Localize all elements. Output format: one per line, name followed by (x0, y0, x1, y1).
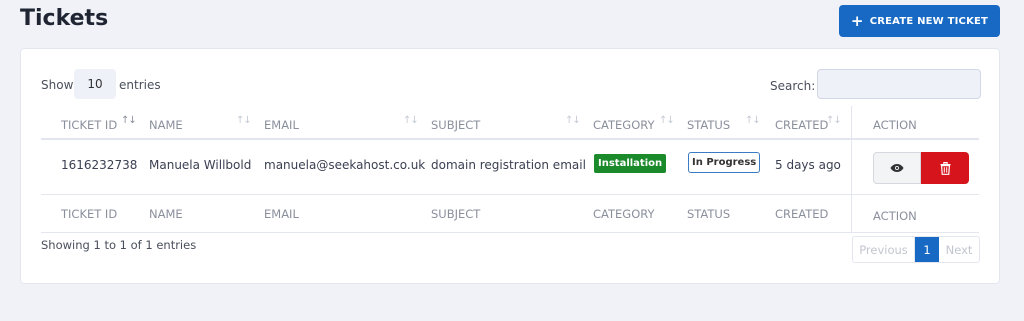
column-header-subject[interactable]: SUBJECT (431, 118, 480, 132)
column-header-action: ACTION (873, 118, 917, 132)
trash-icon (940, 161, 950, 175)
email-cell: manuela@seekahost.co.uk (264, 158, 426, 172)
pagination-next[interactable]: Next (939, 237, 979, 262)
eye-icon (890, 164, 904, 172)
footer-subject: SUBJECT (431, 207, 481, 221)
sort-icon[interactable]: ↑↓ (121, 115, 137, 126)
footer-email: EMAIL (264, 207, 299, 221)
show-label: Show (41, 78, 74, 92)
sort-icon[interactable]: ↑↓ (826, 115, 842, 126)
table-row: 1616232738 Manuela Willbold manuela@seek… (41, 140, 979, 195)
created-cell: 5 days ago (775, 158, 841, 172)
status-badge: In Progress (688, 152, 761, 173)
pagination-page-1[interactable]: 1 (915, 237, 939, 262)
name-cell: Manuela Willbold (149, 158, 252, 172)
table-footer-row: TICKET ID NAME EMAIL SUBJECT CATEGORY ST… (41, 195, 979, 233)
column-header-email[interactable]: EMAIL (264, 118, 299, 132)
create-new-ticket-label: CREATE NEW TICKET (869, 15, 989, 27)
entries-label: entries (119, 78, 161, 92)
search-input[interactable] (817, 69, 981, 99)
footer-status: STATUS (687, 207, 731, 221)
footer-action: ACTION (873, 209, 917, 223)
footer-created: CREATED (775, 207, 829, 221)
page-title: Tickets (20, 6, 109, 31)
footer-category: CATEGORY (593, 207, 655, 221)
pagination-previous[interactable]: Previous (853, 237, 915, 262)
entries-per-page-select[interactable]: 10 (74, 69, 116, 99)
sort-icon[interactable]: ↑↓ (659, 115, 675, 126)
view-ticket-button[interactable] (873, 152, 921, 184)
sort-icon[interactable]: ↑↓ (236, 115, 252, 126)
sort-icon[interactable]: ↑↓ (745, 115, 761, 126)
column-header-name[interactable]: NAME (149, 118, 183, 132)
category-badge: Installation (594, 154, 667, 173)
subject-cell: domain registration email (431, 158, 586, 172)
tickets-card: Show 10 entries Search: TICKET ID ↑↓ NAM… (20, 48, 1000, 284)
plus-icon: + (850, 11, 864, 30)
create-new-ticket-button[interactable]: + CREATE NEW TICKET (839, 5, 1000, 37)
search-label: Search: (770, 79, 816, 93)
column-header-category[interactable]: CATEGORY (593, 118, 655, 132)
action-column-divider (851, 106, 852, 233)
showing-info: Showing 1 to 1 of 1 entries (41, 238, 197, 252)
delete-ticket-button[interactable] (921, 152, 969, 184)
sort-icon[interactable]: ↑↓ (565, 115, 581, 126)
column-header-status[interactable]: STATUS (687, 118, 730, 132)
footer-name: NAME (149, 207, 183, 221)
pagination: Previous 1 Next (852, 236, 980, 263)
ticket-id-cell: 1616232738 (61, 158, 138, 172)
table-header-row: TICKET ID ↑↓ NAME ↑↓ EMAIL ↑↓ SUBJECT ↑↓… (41, 106, 979, 140)
footer-ticket-id: TICKET ID (61, 207, 118, 221)
sort-icon[interactable]: ↑↓ (403, 115, 419, 126)
column-header-created[interactable]: CREATED (775, 118, 828, 132)
column-header-ticket-id[interactable]: TICKET ID (61, 118, 117, 132)
